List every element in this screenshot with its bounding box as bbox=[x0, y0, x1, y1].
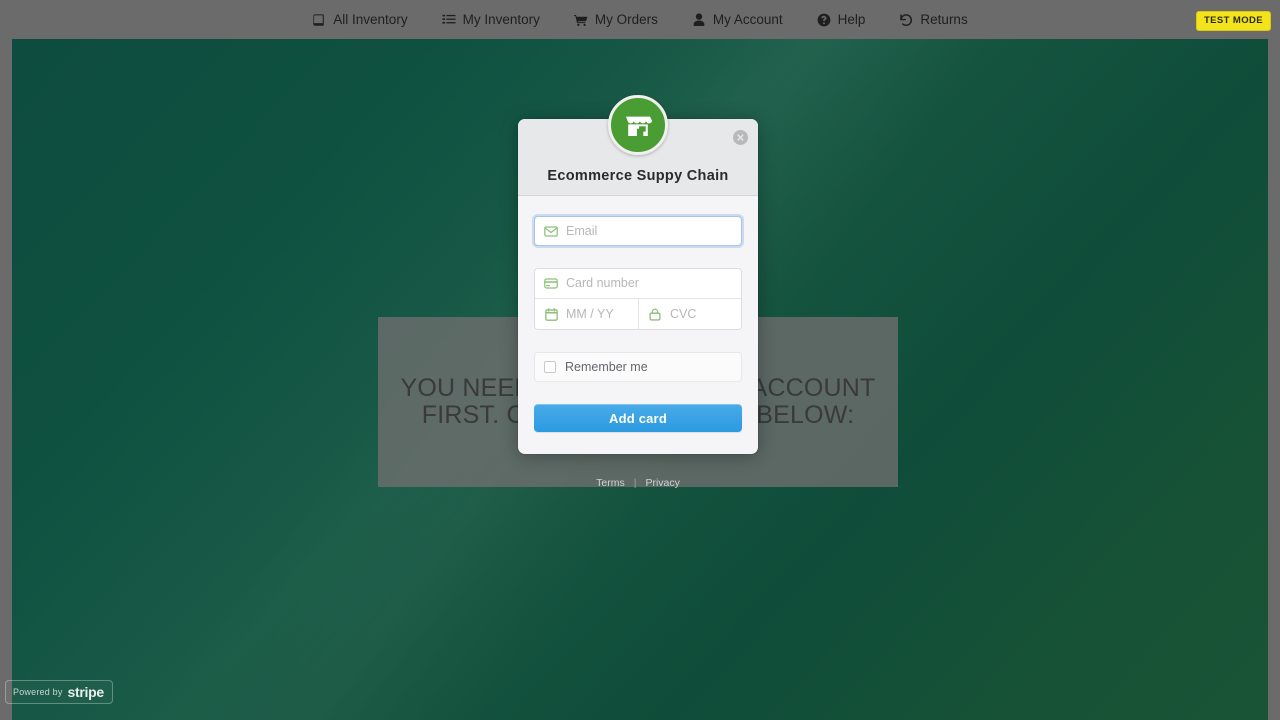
powered-by-text: Powered by bbox=[13, 686, 63, 697]
storefront-icon bbox=[608, 95, 668, 155]
envelope-icon bbox=[544, 224, 558, 238]
nav-item-all-inventory[interactable]: All Inventory bbox=[312, 11, 408, 27]
modal-footer-links: Terms | Privacy bbox=[518, 477, 758, 489]
card-cvc-field[interactable]: CVC bbox=[638, 299, 741, 329]
nav-item-label: My Orders bbox=[594, 11, 658, 27]
nav-item-my-account[interactable]: My Account bbox=[692, 13, 783, 27]
nav-item-list: All Inventory My Inventory My Orders My … bbox=[312, 11, 968, 27]
terms-link[interactable]: Terms bbox=[596, 477, 625, 489]
lock-icon bbox=[648, 307, 662, 321]
top-navigation-bar: All Inventory My Inventory My Orders My … bbox=[0, 0, 1280, 39]
add-card-button[interactable]: Add card bbox=[534, 404, 742, 432]
privacy-link[interactable]: Privacy bbox=[645, 477, 679, 489]
card-number-field[interactable]: Card number bbox=[535, 269, 741, 299]
modal-body: Email Card number MM / YY CVC Remember m… bbox=[518, 196, 758, 454]
modal-header: Ecommerce Suppy Chain bbox=[518, 95, 758, 196]
powered-by-stripe-badge: Powered by stripe bbox=[5, 680, 113, 704]
stripe-checkout-modal: Ecommerce Suppy Chain Email Card number … bbox=[518, 95, 758, 454]
calendar-icon bbox=[544, 307, 558, 321]
close-circle-icon[interactable] bbox=[733, 130, 748, 145]
nav-item-returns[interactable]: Returns bbox=[899, 11, 968, 27]
card-field-group: Card number MM / YY CVC bbox=[534, 268, 742, 330]
nav-item-label: My Account bbox=[712, 11, 783, 27]
credit-card-icon bbox=[544, 277, 558, 291]
book-icon bbox=[312, 13, 326, 27]
remember-me-checkbox[interactable] bbox=[544, 361, 556, 373]
card-cvc-placeholder: CVC bbox=[670, 306, 697, 321]
card-expiry-field[interactable]: MM / YY bbox=[535, 299, 638, 329]
question-circle-icon bbox=[817, 13, 831, 27]
stripe-wordmark: stripe bbox=[67, 684, 105, 700]
remember-me-row[interactable]: Remember me bbox=[534, 352, 742, 382]
nav-item-label: My Inventory bbox=[462, 11, 540, 27]
card-number-placeholder: Card number bbox=[566, 276, 639, 291]
email-placeholder: Email bbox=[566, 223, 598, 238]
nav-item-label: All Inventory bbox=[333, 11, 408, 27]
undo-arrow-icon bbox=[899, 13, 913, 27]
nav-item-my-inventory[interactable]: My Inventory bbox=[442, 13, 540, 27]
user-icon bbox=[692, 12, 706, 27]
nav-item-my-orders[interactable]: My Orders bbox=[573, 11, 658, 27]
card-expiry-placeholder: MM / YY bbox=[566, 306, 614, 321]
nav-item-label: Returns bbox=[920, 11, 968, 27]
nav-item-help[interactable]: Help bbox=[817, 11, 866, 27]
remember-me-label: Remember me bbox=[565, 359, 648, 374]
shopping-cart-icon bbox=[573, 13, 588, 27]
test-mode-badge: TEST MODE bbox=[1195, 11, 1271, 31]
list-icon bbox=[442, 13, 456, 27]
nav-item-label: Help bbox=[837, 11, 866, 27]
footer-separator: | bbox=[633, 477, 637, 489]
card-expiry-cvc-row: MM / YY CVC bbox=[535, 299, 741, 329]
email-field[interactable]: Email bbox=[534, 216, 742, 246]
modal-title: Ecommerce Suppy Chain bbox=[547, 167, 729, 184]
